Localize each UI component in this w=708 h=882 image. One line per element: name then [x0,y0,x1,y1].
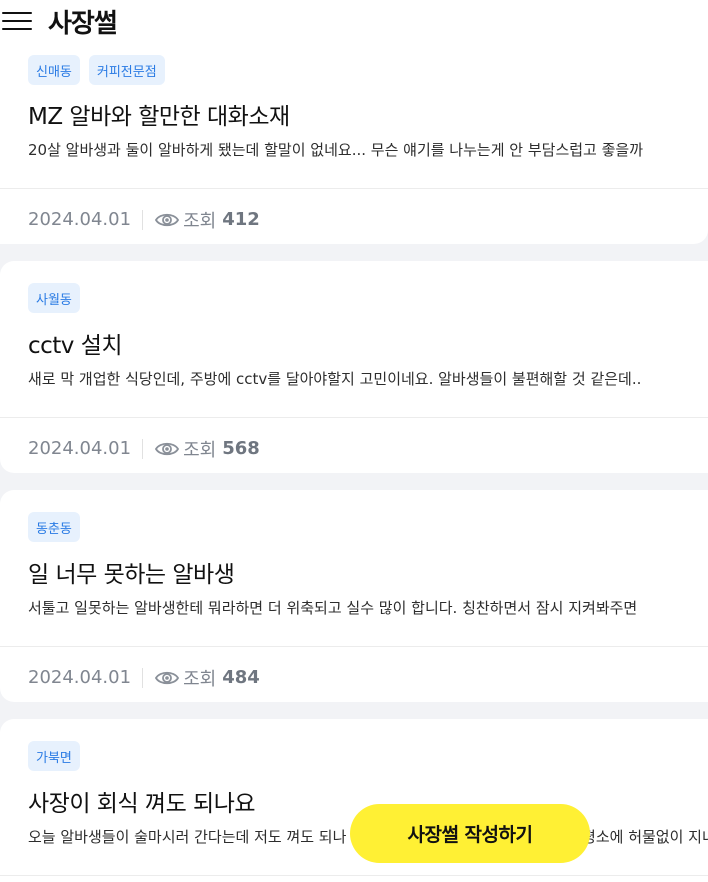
post-title: 일 너무 못하는 알바생 [28,562,235,588]
post-title: MZ 알바와 할만한 대화소재 [28,104,290,130]
post-date: 2024.04.01 [28,209,132,230]
post-date: 2024.04.01 [28,667,132,688]
views-count: 568 [222,438,260,459]
divider [0,875,708,876]
eye-icon [155,442,180,455]
views-label: 조회 [183,210,217,232]
meta-separator [142,209,144,230]
post-card[interactable]: 사월동 cctv 설치 새로 막 개업한 식당인데, 주방에 cctv를 달아야… [0,261,708,473]
location-tag: 동춘동 [28,512,80,542]
tag-list: 가북면 [28,741,708,771]
location-tag: 가북면 [28,741,80,771]
header: 사장썰 [0,0,708,42]
post-meta: 2024.04.01 조회 412 [0,189,708,250]
post-title: cctv 설치 [28,333,123,359]
tag-list: 사월동 [28,283,708,313]
eye-icon [155,213,180,226]
views-label: 조회 [183,668,217,690]
tag-list: 동춘동 [28,512,708,542]
post-meta: 2024.04.01 조회 484 [0,647,708,708]
hamburger-menu-icon[interactable] [2,9,32,33]
post-card[interactable]: 신매동 커피전문점 MZ 알바와 할만한 대화소재 20살 알바생과 둘이 알바… [0,42,708,244]
category-tag: 커피전문점 [88,55,165,85]
write-post-button[interactable]: 사장썰 작성하기 [350,804,590,863]
meta-separator [142,438,144,459]
tag-list: 신매동 커피전문점 [28,55,708,85]
post-snippet: 새로 막 개업한 식당인데, 주방에 cctv를 달아야할지 고민이네요. 알바… [28,370,642,388]
meta-separator [142,667,144,688]
views-count: 484 [222,667,260,688]
page-title: 사장썰 [48,8,118,39]
app: 사장썰 신매동 커피전문점 MZ 알바와 할만한 대화소재 20살 알바생과 둘… [0,0,708,882]
post-snippet: 서툴고 일못하는 알바생한테 뭐라하면 더 위축되고 실수 많이 합니다. 칭찬… [28,599,638,617]
location-tag: 사월동 [28,283,80,313]
location-tag: 신매동 [28,55,80,85]
eye-icon [155,671,180,684]
post-card[interactable]: 동춘동 일 너무 못하는 알바생 서툴고 일못하는 알바생한테 뭐라하면 더 위… [0,490,708,702]
post-card[interactable]: 가북면 사장이 회식 껴도 되나요 오늘 알바생들이 술마시러 간다는데 저도 … [0,719,708,882]
post-meta: 2024.04.01 조회 568 [0,418,708,479]
post-date: 2024.04.01 [28,438,132,459]
post-snippet: 20살 알바생과 둘이 알바하게 됐는데 할말이 없네요... 무슨 얘기를 나… [28,141,644,159]
views-label: 조회 [183,439,217,461]
views-count: 412 [222,209,260,230]
